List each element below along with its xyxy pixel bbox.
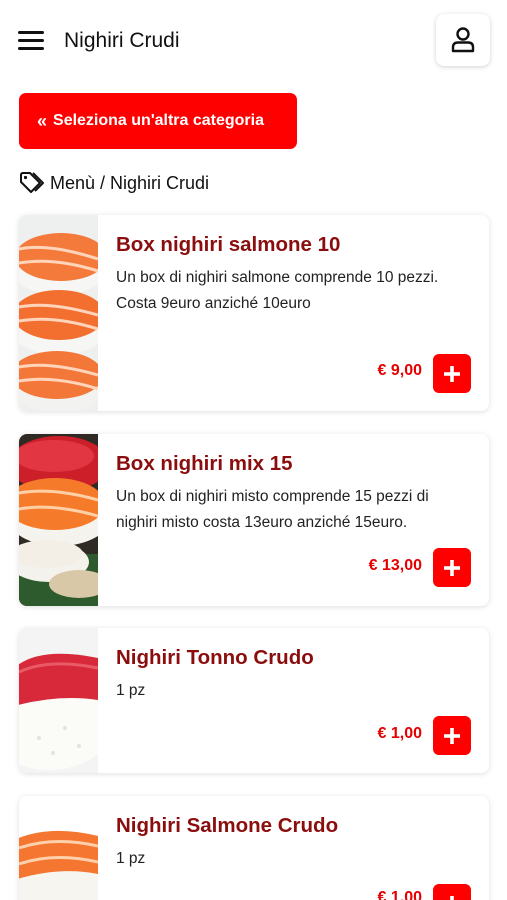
product-description: Un box di nighiri salmone comprende 10 p… [116, 265, 471, 317]
double-chevron-left-icon: « [37, 111, 48, 131]
product-name: Nighiri Salmone Crudo [116, 814, 339, 837]
product-image [19, 796, 98, 900]
product-price: € 9,00 [377, 362, 422, 379]
product-name: Box nighiri mix 15 [116, 452, 293, 475]
hamburger-icon[interactable] [18, 30, 44, 52]
product-price: € 1,00 [377, 889, 422, 900]
user-icon [451, 27, 475, 53]
user-account-button[interactable] [436, 14, 490, 66]
breadcrumb: Menù / Nighiri Crudi [19, 170, 209, 196]
add-to-cart-button[interactable] [433, 548, 471, 587]
product-description-line: 1 pz [116, 682, 146, 699]
product-price: € 13,00 [368, 557, 422, 574]
product-description: Un box di nighiri misto comprende 15 pez… [116, 484, 471, 536]
product-price: € 1,00 [377, 725, 422, 742]
add-to-cart-button[interactable] [433, 354, 471, 393]
plus-icon [444, 365, 460, 382]
product-description: 1 pz [116, 678, 471, 704]
breadcrumb-text: Menù / Nighiri Crudi [50, 172, 210, 193]
product-card[interactable]: Box nighiri mix 15 Un box di nighiri mis… [19, 434, 489, 606]
plus-icon [444, 727, 460, 744]
product-description-line: Un box di nighiri salmone comprende 10 p… [116, 269, 439, 286]
product-description: 1 pz [116, 846, 471, 872]
app-header: Nighiri Crudi [0, 0, 507, 82]
plus-icon [450, 895, 454, 900]
product-image [19, 628, 98, 773]
product-card[interactable]: Nighiri Tonno Crudo 1 pz € 1,00 [19, 628, 489, 773]
plus-icon [444, 559, 460, 576]
page-title: Nighiri Crudi [64, 29, 180, 52]
tag-icon [20, 172, 44, 193]
product-card[interactable]: Box nighiri salmone 10 Un box di nighiri… [19, 215, 489, 411]
select-other-category-button[interactable]: « Seleziona un'altra categoria [19, 93, 297, 149]
product-description-line: Costa 9euro anziché 10euro [116, 295, 311, 312]
add-to-cart-button[interactable] [433, 716, 471, 755]
product-name: Box nighiri salmone 10 [116, 233, 341, 256]
product-image [19, 215, 98, 411]
select-category-label: Seleziona un'altra categoria [53, 112, 264, 129]
product-image [19, 434, 98, 606]
product-description-line: Un box di nighiri misto comprende 15 pez… [116, 488, 429, 531]
add-to-cart-button[interactable] [433, 884, 471, 900]
product-description-line: 1 pz [116, 850, 146, 867]
product-name: Nighiri Tonno Crudo [116, 646, 314, 669]
product-card[interactable]: Nighiri Salmone Crudo 1 pz € 1,00 [19, 796, 489, 900]
